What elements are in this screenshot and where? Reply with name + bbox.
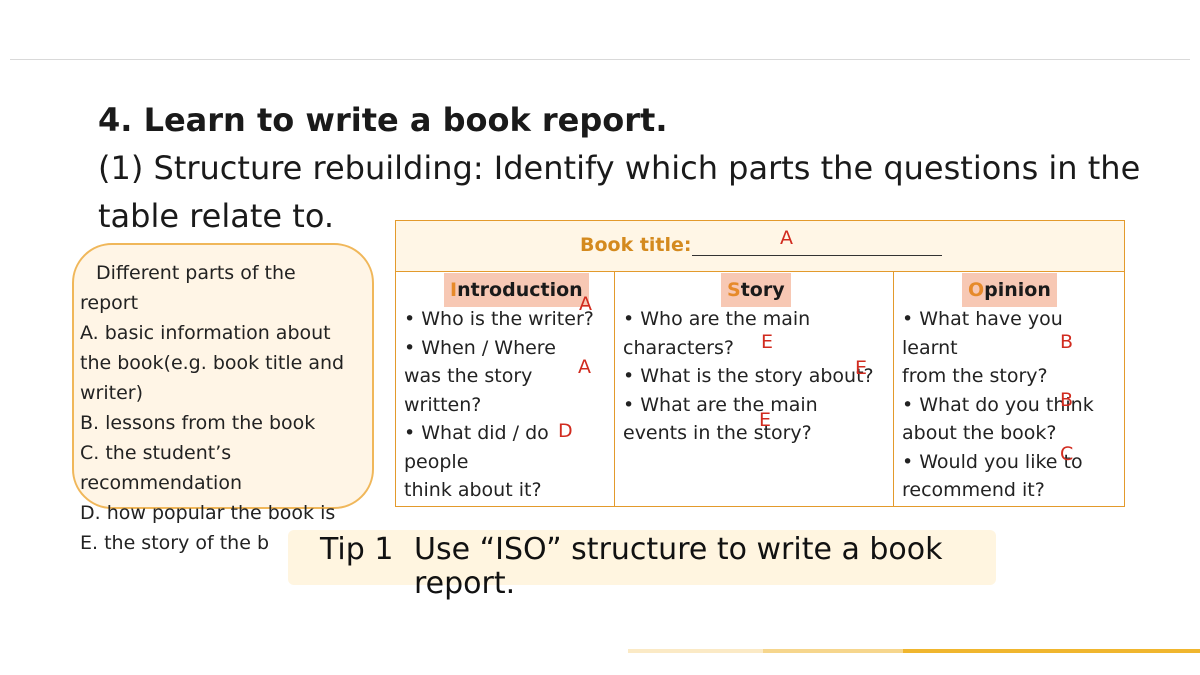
question-line: written?: [404, 393, 482, 416]
column-introduction: Introduction • Who is the writer? • When…: [396, 271, 615, 507]
question-line: from the story?: [902, 365, 1048, 387]
question-line: • What have you: [902, 308, 1063, 330]
question-line: people: [404, 450, 469, 473]
book-title-label: Book title:: [580, 234, 692, 256]
list-item: the book(e.g. book title and: [80, 352, 345, 374]
parts-title: Different parts of the: [96, 262, 296, 284]
header-rest: ntroduction: [457, 279, 583, 301]
list-item: D. how popular the book is: [80, 502, 336, 524]
book-title-blank: [692, 255, 942, 256]
answer-mark: E: [759, 409, 772, 431]
tip-line2: report.: [414, 566, 516, 601]
question-line: events in the story?: [623, 422, 812, 444]
answer-mark: C: [1060, 443, 1074, 465]
answer-mark: A: [780, 227, 793, 249]
question-line: characters?: [623, 336, 734, 359]
answer-mark: E: [761, 331, 774, 353]
tip-content: Use “ISO” structure to write a book: [414, 532, 943, 567]
question-line: • Who are the main: [623, 308, 811, 330]
parts-title-cont: report: [80, 292, 139, 314]
top-divider: [10, 59, 1190, 60]
list-item: writer): [80, 382, 143, 404]
list-item: B. lessons from the book: [80, 412, 316, 434]
parts-list: Different parts of the report A. basic i…: [80, 258, 370, 558]
question-line: • When / Where: [404, 336, 556, 359]
question-list: • Who is the writer? • When / Where was …: [404, 305, 594, 505]
question-line: recommend it?: [902, 479, 1045, 501]
question-list: • Who are the main characters? • What is…: [623, 305, 874, 448]
question-line: was the story: [404, 365, 533, 387]
tip-line1: Tip 1 Use “ISO” structure to write a book: [320, 533, 943, 567]
question-line: • What is the story about?: [623, 365, 874, 387]
answer-mark: B: [1060, 331, 1074, 353]
task-instruction-line1: (1) Structure rebuilding: Identify which…: [98, 149, 1141, 187]
column-header: Opinion: [962, 273, 1057, 307]
question-line: think about it?: [404, 479, 542, 501]
list-item: recommendation: [80, 472, 243, 494]
answer-mark: A: [579, 293, 592, 315]
tip-label: Tip 1: [320, 532, 394, 567]
header-initial: O: [968, 279, 985, 301]
answer-mark: E: [855, 357, 868, 379]
answer-mark: D: [558, 420, 573, 442]
bottom-accent-bar: [628, 649, 1200, 653]
tip-text: Tip 1 Use “ISO” structure to write a book…: [320, 533, 943, 601]
task-title: 4. Learn to write a book report.: [98, 101, 668, 139]
list-item: A. basic information about: [80, 322, 331, 344]
question-line: • What are the main: [623, 393, 818, 416]
header-initial: S: [727, 279, 741, 301]
column-opinion: Opinion • What have you learnt from the …: [894, 271, 1124, 507]
header-rest: pinion: [984, 279, 1051, 301]
answer-mark: A: [578, 356, 591, 378]
header-rest: tory: [740, 279, 785, 301]
column-header: Introduction: [444, 273, 589, 307]
column-story: Story • Who are the main characters? • W…: [615, 271, 894, 507]
question-line: • Who is the writer?: [404, 308, 594, 330]
slide-heading: 4. Learn to write a book report. (1) Str…: [98, 96, 1188, 240]
iso-table: Book title: A Introduction • Who is the …: [395, 220, 1125, 507]
column-header: Story: [721, 273, 791, 307]
book-title-row: Book title: A: [396, 221, 1124, 272]
answer-mark: B: [1060, 389, 1074, 411]
list-item: C. the student’s: [80, 442, 232, 464]
